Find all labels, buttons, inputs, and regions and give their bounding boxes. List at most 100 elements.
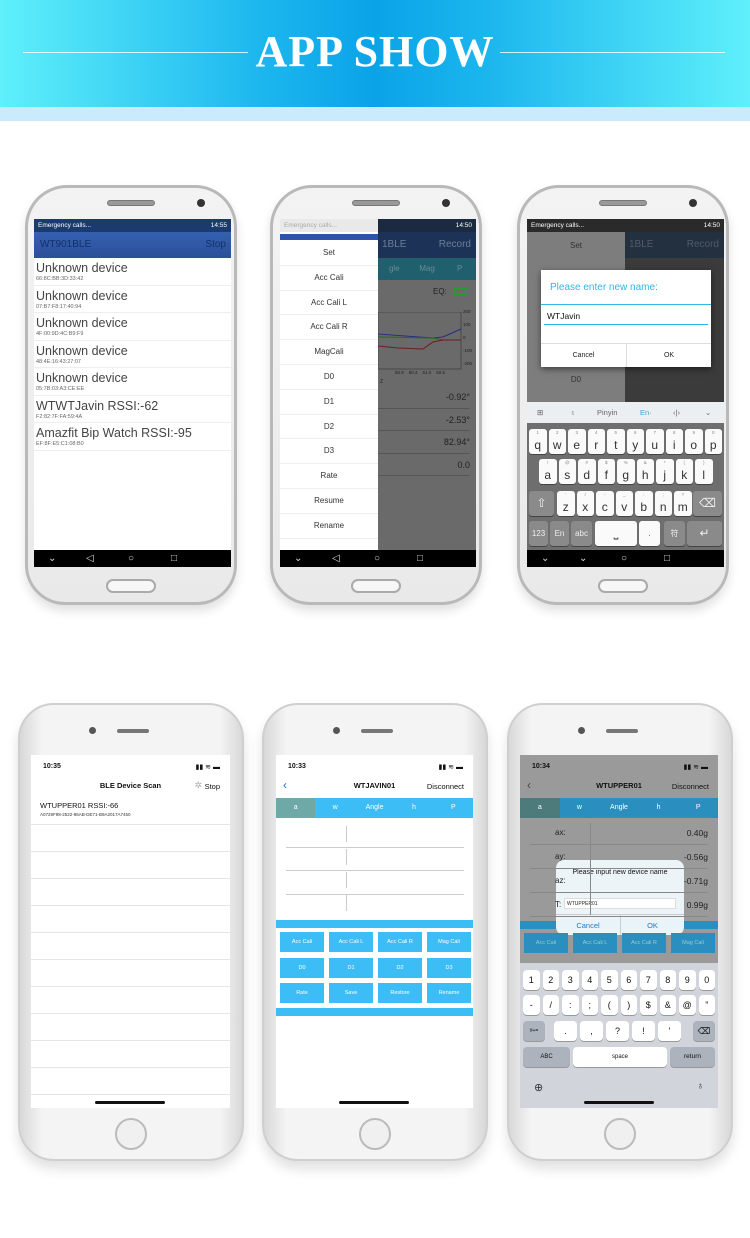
home-button[interactable] bbox=[604, 1118, 636, 1150]
return-key[interactable]: return bbox=[670, 1047, 715, 1067]
key-l[interactable]: ) l bbox=[695, 459, 713, 484]
key-punct[interactable]: ? bbox=[606, 1021, 629, 1041]
tab-angle[interactable]: Angle bbox=[599, 798, 639, 818]
symbols-key[interactable]: #+= bbox=[523, 1021, 545, 1041]
key-t[interactable]: 5t bbox=[607, 429, 625, 454]
space-key[interactable]: space bbox=[573, 1047, 667, 1067]
key-u[interactable]: 7u bbox=[646, 429, 664, 454]
menu-item-set[interactable]: Set bbox=[280, 241, 378, 266]
pinyin-toggle[interactable]: Pinyin bbox=[597, 402, 617, 423]
menu-item-d2[interactable]: D2 bbox=[280, 415, 378, 440]
home-button[interactable] bbox=[115, 1118, 147, 1150]
disconnect-button[interactable]: Disconnect bbox=[672, 782, 709, 791]
menu-item-acc-cali-r[interactable]: Acc Cali R bbox=[280, 315, 378, 341]
key-d[interactable]: # d bbox=[578, 459, 596, 484]
key-symbol[interactable]: & bbox=[659, 995, 676, 1015]
button-d1[interactable]: D1 bbox=[329, 957, 373, 978]
home-button[interactable] bbox=[106, 579, 156, 593]
collapse-icon[interactable]: ⌄ bbox=[705, 402, 711, 423]
cancel-button[interactable]: Cancel bbox=[556, 914, 620, 935]
key-a[interactable]: ! a bbox=[539, 459, 557, 484]
key-9[interactable]: 9 bbox=[679, 970, 696, 990]
shift-key[interactable]: ⇧ bbox=[529, 491, 554, 516]
recents-icon[interactable]: □ bbox=[664, 550, 670, 567]
tab-w[interactable]: w bbox=[560, 798, 600, 818]
key-symbols[interactable]: 符 bbox=[664, 521, 685, 546]
mic-icon[interactable]: ♁ bbox=[697, 1081, 705, 1092]
button-rate[interactable]: Rate bbox=[280, 983, 324, 1003]
menu-item-rename[interactable]: Rename bbox=[280, 514, 378, 539]
stop-button[interactable]: Stop bbox=[205, 782, 220, 791]
key-v[interactable]: _ v bbox=[615, 491, 633, 516]
menu-item-resume[interactable]: Resume bbox=[280, 489, 378, 514]
tab-angle[interactable]: Angle bbox=[355, 798, 394, 818]
key-b[interactable]: :b bbox=[635, 491, 653, 516]
key-period[interactable]: . bbox=[639, 521, 660, 546]
key-p[interactable]: 0p bbox=[704, 429, 722, 454]
home-button[interactable] bbox=[359, 1118, 391, 1150]
key-h[interactable]: & h bbox=[636, 459, 654, 484]
disconnect-button[interactable]: Disconnect bbox=[427, 782, 464, 791]
menu-item-d1[interactable]: D1 bbox=[280, 390, 378, 415]
key-s[interactable]: @ s bbox=[558, 459, 576, 484]
device-list-item[interactable]: WTWTJavin RSSI:-62 F2:82:7F:FA:59:4A bbox=[34, 396, 231, 423]
key-3[interactable]: 3 bbox=[562, 970, 579, 990]
key-i[interactable]: 8i bbox=[665, 429, 683, 454]
button-acc-cali-l[interactable]: Acc Cali L bbox=[573, 933, 617, 953]
button-d0[interactable]: D0 bbox=[280, 957, 324, 978]
button-acc-cali-r[interactable]: Acc Cali R bbox=[622, 933, 666, 953]
key-1[interactable]: 1 bbox=[523, 970, 540, 990]
key-4[interactable]: 4 bbox=[581, 970, 598, 990]
key-punct[interactable]: . bbox=[554, 1021, 577, 1041]
key-symbol[interactable]: ) bbox=[620, 995, 637, 1015]
home-button[interactable] bbox=[351, 579, 401, 593]
ok-button[interactable]: OK bbox=[620, 914, 684, 935]
tab-p[interactable]: P bbox=[443, 258, 476, 280]
key-x[interactable]: / x bbox=[576, 491, 594, 516]
key-punct[interactable]: ! bbox=[632, 1021, 655, 1041]
tab-mag[interactable]: Mag bbox=[411, 258, 444, 280]
key-z[interactable]: ' z bbox=[557, 491, 575, 516]
globe-icon[interactable]: ⊕ bbox=[534, 1081, 543, 1094]
key-y[interactable]: 6y bbox=[626, 429, 644, 454]
mic-icon[interactable]: ♁ bbox=[570, 402, 576, 423]
record-button[interactable]: Record bbox=[439, 232, 471, 258]
key-m[interactable]: ? m bbox=[674, 491, 692, 516]
cancel-button[interactable]: Cancel bbox=[541, 343, 626, 367]
english-toggle[interactable]: En· bbox=[640, 402, 652, 423]
button-restore[interactable]: Restore bbox=[378, 983, 422, 1003]
tab-h[interactable]: h bbox=[639, 798, 679, 818]
key-2[interactable]: 2 bbox=[542, 970, 559, 990]
key-symbol[interactable]: ( bbox=[601, 995, 618, 1015]
menu-item-acc-cali[interactable]: Acc Cali bbox=[280, 266, 378, 291]
stop-button[interactable]: Stop bbox=[205, 232, 226, 258]
enter-key[interactable]: ↵ bbox=[687, 521, 722, 546]
key-6[interactable]: 6 bbox=[620, 970, 637, 990]
key-symbol[interactable]: - bbox=[523, 995, 540, 1015]
device-list-item[interactable]: WTUPPER01 RSSI:-66 A0729F98-2522-86AB-DE7… bbox=[31, 798, 230, 825]
key-symbol[interactable]: ” bbox=[698, 995, 715, 1015]
record-button[interactable]: Record bbox=[687, 232, 719, 258]
key-5[interactable]: 5 bbox=[601, 970, 618, 990]
chevron-down-icon[interactable]: ⌄ bbox=[541, 550, 549, 567]
abc-key[interactable]: ABC bbox=[523, 1047, 570, 1067]
tab-angle[interactable]: gle bbox=[378, 258, 411, 280]
key-punct[interactable]: , bbox=[580, 1021, 603, 1041]
menu-item-rate[interactable]: Rate bbox=[280, 464, 378, 489]
backspace-key[interactable]: ⌫ bbox=[693, 491, 722, 516]
home-icon[interactable]: ○ bbox=[621, 550, 627, 567]
device-list-item[interactable]: Amazfit Bip Watch RSSI:-95 EF:8F:E5:C1:08… bbox=[34, 423, 231, 451]
key-7[interactable]: 7 bbox=[640, 970, 657, 990]
menu-item-acc-cali-l[interactable]: Acc Cali L bbox=[280, 291, 378, 316]
tab-h[interactable]: h bbox=[394, 798, 433, 818]
tab-a[interactable]: a bbox=[276, 798, 316, 818]
cursor-icon[interactable]: ‹|› bbox=[673, 402, 680, 423]
button-d3[interactable]: D3 bbox=[427, 957, 471, 978]
home-icon[interactable]: ○ bbox=[128, 550, 134, 567]
key-c[interactable]: -c bbox=[596, 491, 614, 516]
key-numbers[interactable]: 123 bbox=[529, 521, 548, 546]
tab-p[interactable]: P bbox=[678, 798, 718, 818]
chevron-down-icon[interactable]: ⌄ bbox=[48, 550, 56, 567]
button-save[interactable]: Save bbox=[329, 983, 373, 1003]
device-list-item[interactable]: Unknown device 4F:00:9D:4C:B9:F9 bbox=[34, 313, 231, 341]
